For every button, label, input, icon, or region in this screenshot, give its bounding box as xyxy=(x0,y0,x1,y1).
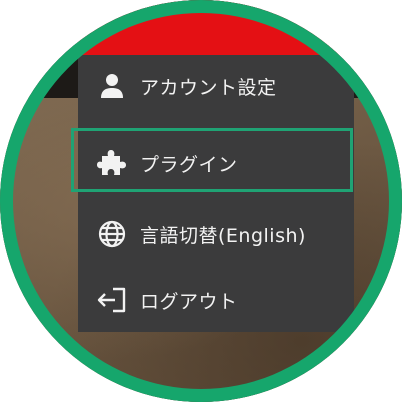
user-icon xyxy=(92,66,132,106)
menu-item-label: アカウント設定 xyxy=(140,76,277,99)
globe-icon xyxy=(92,214,132,254)
header-title-partial: ニュー xyxy=(168,0,240,17)
menu-item-label: ログアウト xyxy=(140,290,238,313)
user-dropdown-menu: アカウント設定 プラグイン 言語切替(English) ログアウト xyxy=(78,55,354,332)
header-bar: ニュー xyxy=(78,0,368,55)
menu-item-label: 言語切替(English) xyxy=(140,224,306,247)
menu-item-account-settings[interactable]: アカウント設定 xyxy=(78,55,354,117)
magnified-area: ニュー アカウント設定 プラグイン 言語切替(English) ログアウト xyxy=(0,0,402,402)
magnifier-view: ニュー アカウント設定 プラグイン 言語切替(English) ログアウト xyxy=(0,0,402,402)
highlight-box xyxy=(71,128,353,192)
sign-out-icon xyxy=(92,280,132,320)
menu-item-language-switch[interactable]: 言語切替(English) xyxy=(78,203,354,265)
menu-item-logout[interactable]: ログアウト xyxy=(78,269,354,331)
